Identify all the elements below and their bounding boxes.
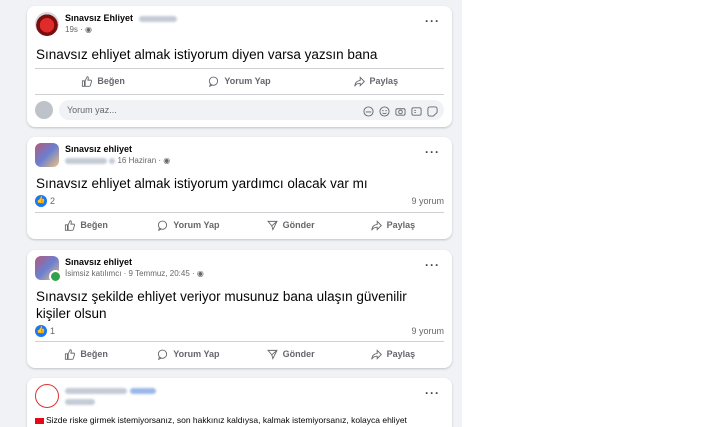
comment-button[interactable]: Yorum Yap xyxy=(171,69,307,93)
post-text: Sizde riske girmek istemiyorsanız, son h… xyxy=(35,415,407,426)
post-card: Sınavsız Ehliyet 19s · ◉ ··· Sınavsız eh… xyxy=(27,6,452,127)
post-text: Sınavsız ehliyet almak istiyorum yardımc… xyxy=(36,176,368,191)
comment-count[interactable]: 9 yorum xyxy=(411,196,444,206)
blurred-name xyxy=(65,157,107,164)
like-button[interactable]: Beğen xyxy=(35,213,137,237)
comment-label: Yorum Yap xyxy=(173,220,220,230)
send-icon xyxy=(266,349,278,360)
send-label: Gönder xyxy=(282,349,315,359)
turkish-flag-icon xyxy=(35,417,44,424)
share-button[interactable]: Paylaş xyxy=(342,213,444,237)
post-header: Sınavsız ehliyet İsimsiz katılımcı · 9 T… xyxy=(35,256,444,283)
globe-icon: · ◉ xyxy=(80,25,93,34)
post-text-line: kişiler olsun xyxy=(36,306,107,321)
emoji-icon[interactable] xyxy=(379,104,390,117)
like-count[interactable]: 2 xyxy=(50,196,55,206)
send-button[interactable]: Gönder xyxy=(240,342,342,366)
post-stats: 👍 1 9 yorum xyxy=(35,325,444,339)
like-label: Beğen xyxy=(80,220,108,230)
speech-bubble-icon xyxy=(209,76,219,87)
author-name[interactable]: Sınavsız Ehliyet xyxy=(65,13,133,23)
share-arrow-icon xyxy=(353,75,365,87)
post-card: Sınavsız ehliyet İsimsiz katılımcı · 9 T… xyxy=(27,250,452,368)
post-actions: Beğen Yorum Yap Gönder Paylaş xyxy=(35,342,444,366)
sticker-icon[interactable] xyxy=(427,104,438,117)
page-avatar[interactable] xyxy=(35,384,59,408)
post-card: Sınavsız ehliyet 16 Haziran · ◉ ··· Sına… xyxy=(27,137,452,239)
share-label: Paylaş xyxy=(386,220,416,230)
post-header: ··· xyxy=(35,384,444,410)
post-actions: Beğen Yorum Yap Gönder Paylaş xyxy=(35,213,444,237)
speech-bubble-icon xyxy=(158,349,168,360)
globe-icon: · ◉ xyxy=(192,269,204,278)
comment-label: Yorum Yap xyxy=(173,349,220,359)
comment-composer: Yorum yaz... xyxy=(35,99,444,121)
share-button[interactable]: Paylaş xyxy=(308,69,444,93)
post-stats: 👍 2 9 yorum xyxy=(35,195,444,209)
post-text: Sınavsız şekilde ehliyet veriyor musunuz… xyxy=(36,288,407,322)
send-button[interactable]: Gönder xyxy=(240,213,342,237)
avatar-sticker-icon[interactable] xyxy=(363,104,374,117)
viewer-avatar[interactable] xyxy=(35,101,53,119)
post-text-line: Sınavsız şekilde ehliyet veriyor musunuz… xyxy=(36,289,407,304)
like-label: Beğen xyxy=(97,76,125,86)
like-button[interactable]: Beğen xyxy=(35,342,137,366)
like-button[interactable]: Beğen xyxy=(35,69,171,93)
camera-icon[interactable] xyxy=(395,104,406,116)
post-meta[interactable]: İsimsiz katılımcı · 9 Temmuz, 20:45 xyxy=(65,269,190,278)
thumbs-up-icon xyxy=(82,75,93,87)
more-dots-icon[interactable]: ··· xyxy=(425,386,440,400)
more-dots-icon[interactable]: ··· xyxy=(425,258,440,272)
speech-bubble-icon xyxy=(158,220,168,231)
group-avatar[interactable] xyxy=(35,143,59,167)
author-avatar[interactable] xyxy=(35,12,59,36)
anonymous-participant-badge xyxy=(49,270,62,283)
post-card: ··· Sizde riske girmek istemiyorsanız, s… xyxy=(27,378,452,427)
post-text-line: Sizde riske girmek istemiyorsanız, son h… xyxy=(46,415,407,425)
share-arrow-icon xyxy=(370,219,382,231)
blurred-name xyxy=(138,15,177,22)
like-label: Beğen xyxy=(80,349,108,359)
blurred-date xyxy=(65,398,95,405)
group-name[interactable]: Sınavsız ehliyet xyxy=(65,257,132,267)
divider xyxy=(35,94,444,95)
like-count[interactable]: 1 xyxy=(50,326,55,336)
blurred-name xyxy=(65,387,127,394)
more-dots-icon[interactable]: ··· xyxy=(425,14,440,28)
blurred-follow xyxy=(129,387,156,394)
post-header: Sınavsız ehliyet 16 Haziran · ◉ ··· xyxy=(35,143,444,169)
gif-icon[interactable] xyxy=(411,104,422,116)
comment-placeholder: Yorum yaz... xyxy=(67,105,117,115)
more-dots-icon[interactable]: ··· xyxy=(425,145,440,159)
thumbs-up-icon xyxy=(65,219,76,231)
post-text: Sınavsız ehliyet almak istiyorum diyen v… xyxy=(36,47,378,62)
like-reaction-icon[interactable]: 👍 xyxy=(35,195,47,207)
share-label: Paylaş xyxy=(369,76,399,86)
globe-icon: · ◉ xyxy=(158,156,171,165)
send-label: Gönder xyxy=(282,220,315,230)
news-feed: Sınavsız Ehliyet 19s · ◉ ··· Sınavsız eh… xyxy=(0,0,462,427)
post-time[interactable]: 19s xyxy=(65,25,78,34)
comment-button[interactable]: Yorum Yap xyxy=(137,342,239,366)
share-label: Paylaş xyxy=(386,349,416,359)
share-button[interactable]: Paylaş xyxy=(342,342,444,366)
comment-input[interactable]: Yorum yaz... xyxy=(59,100,444,120)
share-arrow-icon xyxy=(370,348,382,360)
blurred-date xyxy=(109,157,116,164)
comment-count[interactable]: 9 yorum xyxy=(411,326,444,336)
thumbs-up-icon xyxy=(65,348,76,360)
comment-button[interactable]: Yorum Yap xyxy=(137,213,239,237)
comment-label: Yorum Yap xyxy=(224,76,271,86)
group-name[interactable]: Sınavsız ehliyet xyxy=(65,144,132,154)
send-icon xyxy=(266,220,278,231)
post-actions: Beğen Yorum Yap Paylaş xyxy=(35,69,444,93)
post-time[interactable]: 16 Haziran xyxy=(117,156,156,165)
post-header: Sınavsız Ehliyet 19s · ◉ ··· xyxy=(35,12,444,38)
like-reaction-icon[interactable]: 👍 xyxy=(35,325,47,337)
